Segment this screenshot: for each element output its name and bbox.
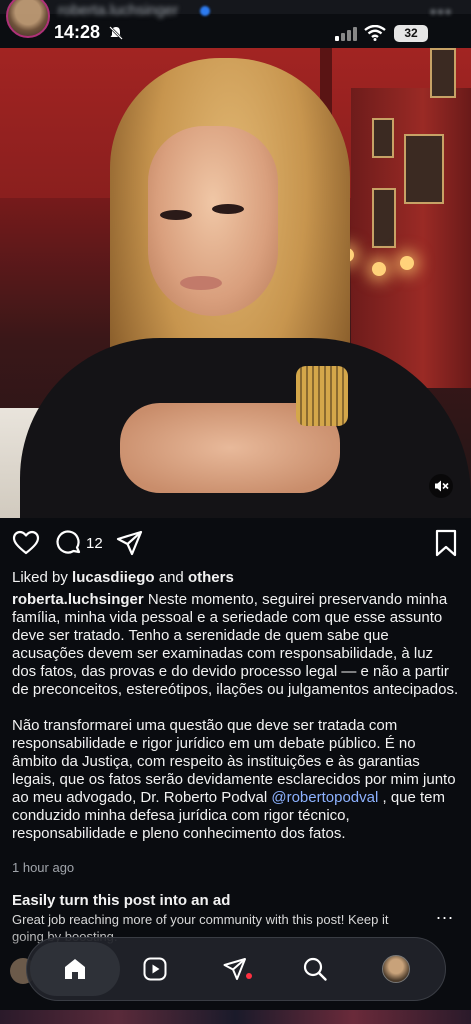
person-eye: [212, 204, 244, 214]
top-user-avatar[interactable]: [6, 0, 50, 38]
profile-avatar[interactable]: [382, 955, 410, 983]
cellular-signal-icon: [335, 27, 357, 41]
top-username[interactable]: roberta.luchsinger: [58, 2, 178, 19]
post-timestamp: 1 hour ago: [12, 860, 75, 875]
liked-prefix: Liked by: [12, 569, 73, 586]
comment-icon[interactable]: [54, 528, 84, 558]
comment-count[interactable]: 12: [86, 535, 103, 552]
direct-icon[interactable]: [222, 956, 248, 982]
wall-frame: [372, 118, 394, 158]
muted-speaker-icon[interactable]: [429, 474, 453, 498]
person-lips: [180, 276, 222, 290]
caption-paragraph: Não transformarei uma questão que deve s…: [12, 717, 460, 843]
table-lamp: [372, 262, 386, 276]
promo-title[interactable]: Easily turn this post into an ad: [12, 892, 230, 909]
clock: 14:28: [54, 22, 101, 42]
liked-user[interactable]: lucasdiiego: [72, 569, 155, 586]
liked-by[interactable]: Liked by lucasdiiego and others: [12, 569, 234, 586]
caption-username[interactable]: roberta.luchsinger: [12, 591, 144, 608]
caption-paragraph: roberta.luchsinger Neste momento, seguir…: [12, 591, 460, 699]
post-caption: roberta.luchsinger Neste momento, seguir…: [12, 591, 460, 861]
battery-indicator: 32: [394, 25, 428, 42]
post-actions: 12: [0, 528, 471, 562]
liked-and: and: [154, 569, 188, 586]
liked-others[interactable]: others: [188, 569, 234, 586]
table-lamp: [400, 256, 414, 270]
reels-icon[interactable]: [142, 956, 168, 982]
bookmark-icon[interactable]: [431, 528, 461, 558]
wall-frame: [404, 134, 444, 204]
heart-icon[interactable]: [11, 528, 41, 558]
status-bar: roberta.luchsinger ••• 14:28 32: [0, 0, 471, 48]
wall-frame: [430, 48, 456, 98]
verified-badge-icon: [200, 6, 210, 16]
wifi-icon: [364, 25, 386, 41]
wall-frame: [372, 188, 396, 248]
mention-link[interactable]: @robertopodval: [271, 789, 378, 806]
bracelets: [296, 366, 348, 426]
more-options-icon[interactable]: •••: [430, 4, 453, 22]
send-icon[interactable]: [115, 528, 145, 558]
next-post-preview: [0, 1010, 471, 1024]
photo-wall: [351, 88, 471, 388]
silent-bell-icon: [109, 26, 123, 40]
notification-dot: [246, 973, 252, 979]
promo-more-options-icon[interactable]: ...: [436, 903, 454, 924]
home-icon[interactable]: [62, 956, 88, 982]
person-eye: [160, 210, 192, 220]
search-icon[interactable]: [302, 956, 328, 982]
post-photo[interactable]: [0, 48, 471, 518]
